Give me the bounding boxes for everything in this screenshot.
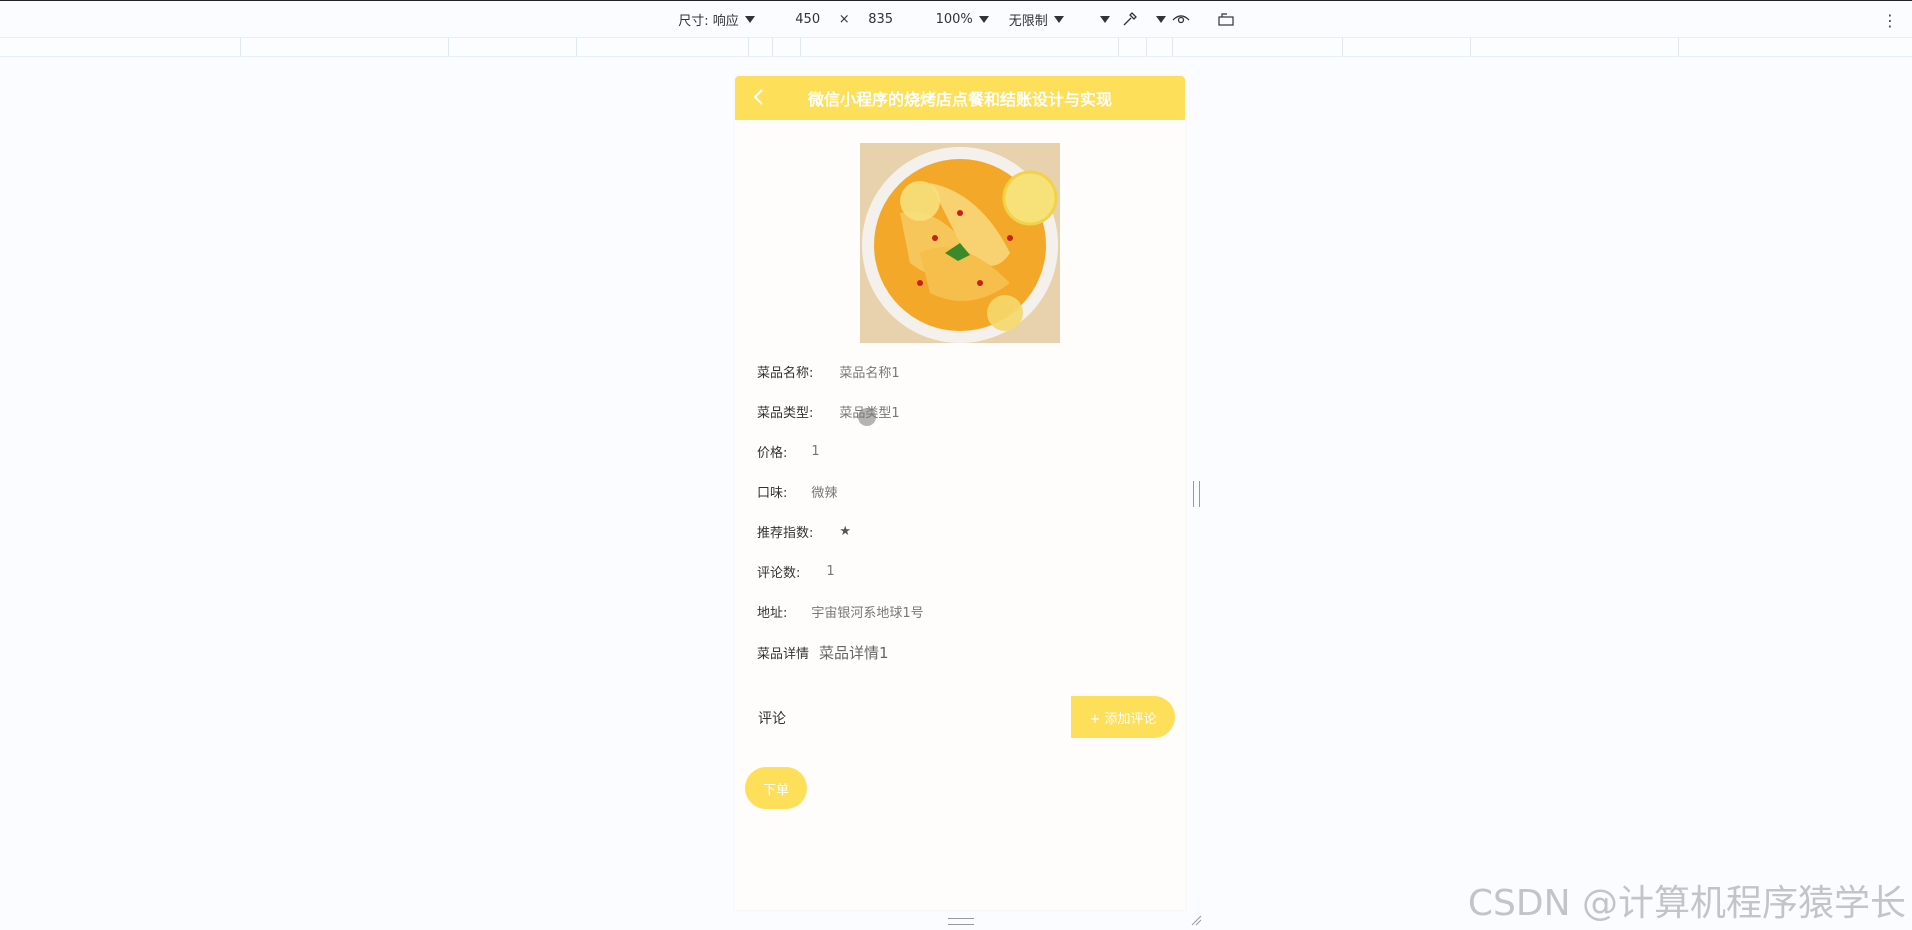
device-viewport: 微信小程序的烧烤店点餐和结账设计与实现 菜品名称: 菜品名称1 菜品类型: 菜品… bbox=[735, 76, 1185, 910]
field-value: 菜品详情1 bbox=[819, 644, 889, 662]
vision-deficiency-dropdown[interactable] bbox=[1150, 12, 1190, 26]
times-sign: × bbox=[838, 11, 850, 27]
field-label: 地址: bbox=[757, 606, 788, 621]
chevron-down-icon bbox=[1099, 15, 1110, 23]
field-label: 评论数: bbox=[757, 566, 801, 581]
chevron-down-icon bbox=[978, 15, 989, 23]
field-value: 微辣 bbox=[811, 486, 838, 501]
width-input[interactable]: 450 bbox=[783, 12, 833, 27]
resize-corner-icon[interactable] bbox=[1190, 914, 1202, 926]
device-size-dropdown[interactable]: 尺寸: 响应 bbox=[678, 10, 755, 29]
comment-bar: 评论 + 添加评论 bbox=[735, 696, 1185, 738]
eye-icon bbox=[1172, 15, 1190, 24]
page-title: 微信小程序的烧烤店点餐和结账设计与实现 bbox=[807, 90, 1112, 109]
field-label: 菜品类型: bbox=[757, 406, 814, 421]
kebab-menu-icon[interactable]: ⋮ bbox=[1882, 11, 1898, 30]
dish-name-row: 菜品名称: 菜品名称1 bbox=[757, 362, 900, 381]
resize-handle-right[interactable] bbox=[1193, 481, 1200, 507]
field-label: 价格: bbox=[757, 446, 788, 461]
field-label: 推荐指数: bbox=[757, 526, 814, 541]
more-options-dropdown[interactable] bbox=[1094, 15, 1110, 23]
field-label: 菜品详情 bbox=[757, 647, 810, 662]
eyedropper-button[interactable] bbox=[1122, 11, 1138, 27]
chevron-down-icon bbox=[744, 15, 755, 23]
field-label: 口味: bbox=[757, 486, 788, 501]
cursor-indicator bbox=[858, 408, 876, 426]
resize-handle-bottom[interactable] bbox=[948, 918, 974, 925]
comment-count-row: 评论数: 1 bbox=[757, 562, 835, 581]
address-row: 地址: 宇宙银河系地球1号 bbox=[757, 602, 924, 621]
dish-image bbox=[860, 143, 1060, 343]
field-value: 菜品名称1 bbox=[839, 366, 900, 381]
taste-row: 口味: 微辣 bbox=[757, 482, 837, 501]
throttle-label: 无限制 bbox=[1008, 13, 1048, 29]
throttle-dropdown[interactable]: 无限制 bbox=[1009, 10, 1064, 29]
zoom-label: 100% bbox=[935, 11, 973, 27]
height-input[interactable]: 835 bbox=[856, 12, 906, 27]
comment-label: 评论 bbox=[758, 711, 786, 727]
rotate-icon bbox=[1218, 13, 1234, 26]
field-value: 宇宙银河系地球1号 bbox=[811, 606, 924, 621]
media-query-ruler bbox=[0, 37, 1912, 57]
chevron-down-icon bbox=[1155, 15, 1166, 23]
field-value: 1 bbox=[826, 564, 835, 579]
devtools-toolbar: 尺寸: 响应 450 × 835 100% 无限制 ⋮ bbox=[0, 0, 1912, 37]
add-comment-button[interactable]: + 添加评论 bbox=[1071, 696, 1175, 738]
zoom-dropdown[interactable]: 100% bbox=[936, 12, 989, 27]
watermark: CSDN @计算机程序猿学长 bbox=[1467, 883, 1906, 924]
price-row: 价格: 1 bbox=[757, 442, 820, 461]
dish-type-row: 菜品类型: 菜品类型1 bbox=[757, 402, 900, 421]
eyedropper-icon bbox=[1123, 12, 1137, 26]
back-button[interactable] bbox=[747, 86, 769, 108]
chevron-down-icon bbox=[1053, 15, 1064, 23]
recommend-row: 推荐指数: ★ bbox=[757, 522, 851, 541]
rotate-button[interactable] bbox=[1218, 12, 1234, 26]
star-icon: ★ bbox=[839, 524, 852, 539]
nav-bar: 微信小程序的烧烤店点餐和结账设计与实现 bbox=[735, 76, 1185, 120]
chevron-left-icon bbox=[753, 89, 763, 105]
detail-row: 菜品详情 菜品详情1 bbox=[757, 642, 889, 663]
field-label: 菜品名称: bbox=[757, 366, 814, 381]
order-button[interactable]: 下单 bbox=[745, 767, 807, 809]
device-size-label: 尺寸: 响应 bbox=[678, 13, 739, 29]
field-value: 1 bbox=[811, 444, 820, 459]
